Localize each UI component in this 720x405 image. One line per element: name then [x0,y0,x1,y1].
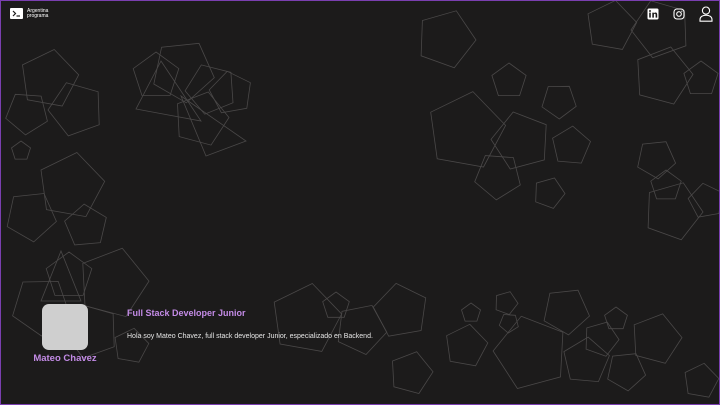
decorative-pentagon [474,155,521,201]
decorative-pentagon [604,306,628,330]
decorative-pentagon [446,323,489,367]
profile-name: Mateo Chavez [33,353,97,364]
decorative-triangle [40,249,82,302]
decorative-pentagon [541,85,577,120]
decorative-pentagon [420,10,477,69]
profile-title: Full Stack Developer Junior [127,308,246,318]
logo-text: Argentina programa [27,8,49,19]
decorative-pentagon [684,362,719,398]
decorative-pentagon [6,193,57,243]
decorative-pentagon [687,182,719,218]
page-frame: Argentina programa Mateo Chavez Full Sta… [0,0,720,405]
decorative-pentagon [535,177,566,209]
decorative-pentagon [11,140,31,160]
decorative-pentagon [47,82,100,137]
logo-line-2: programa [27,12,49,19]
decorative-pentagon [372,282,427,337]
decorative-pentagon [177,91,230,146]
terminal-icon [10,8,23,19]
social-nav [647,6,713,22]
user-icon[interactable] [699,6,713,22]
decorative-pentagon [22,49,80,107]
decorative-pentagon [587,1,638,50]
decorative-pentagon [490,111,547,170]
decorative-pentagon [208,70,251,114]
decorative-pentagon [552,125,591,164]
decorative-pentagon [492,315,564,389]
decorative-pentagon [153,42,215,104]
decorative-pentagon [495,291,519,315]
decorative-pentagon [543,289,590,336]
argentina-programa-logo[interactable]: Argentina programa [10,8,48,19]
decorative-pentagon [633,313,683,364]
decorative-pentagon [607,353,647,392]
profile-bio: Hola soy Mateo Chavez, full stack develo… [127,333,373,340]
decorative-pentagon [5,93,48,136]
instagram-icon[interactable] [673,8,685,20]
avatar [42,304,88,350]
decorative-pentagon [64,203,107,246]
decorative-triangle [135,60,202,122]
background-pentagons [5,1,719,398]
decorative-pentagon [45,251,93,296]
decorative-pentagon [392,351,434,394]
decorative-pentagon [683,60,719,94]
linkedin-icon[interactable] [647,8,659,20]
decorative-pentagon [40,152,106,218]
decorative-pentagon [82,247,150,318]
decorative-pentagon [430,91,507,168]
decorative-pentagon [461,302,481,322]
decorative-pentagon [491,62,527,96]
decorative-pentagon [322,291,350,318]
